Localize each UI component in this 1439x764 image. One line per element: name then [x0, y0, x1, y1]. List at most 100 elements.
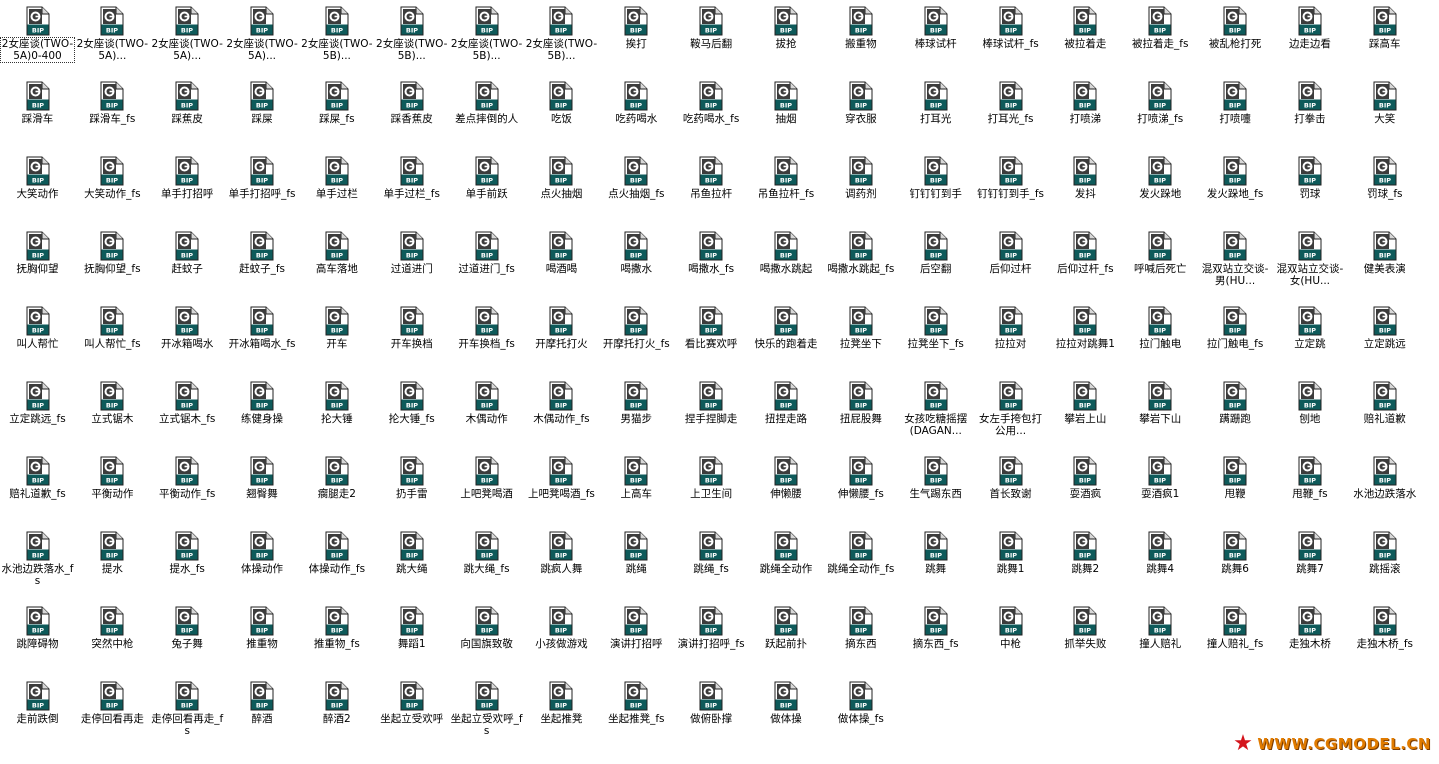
file-item[interactable]: BIP 单手过栏_fs: [374, 150, 449, 225]
file-item[interactable]: BIP 女左手挎包打公用...: [973, 375, 1048, 450]
file-item[interactable]: BIP 跳绳: [599, 525, 674, 600]
file-item[interactable]: BIP 罚球_fs: [1347, 150, 1422, 225]
file-item[interactable]: BIP 过道进门_fs: [449, 225, 524, 300]
file-item[interactable]: BIP 钉钉钉到手: [898, 150, 973, 225]
file-item[interactable]: BIP 拉拉对: [973, 300, 1048, 375]
file-item[interactable]: BIP 演讲打招呼_fs: [674, 600, 749, 675]
file-item[interactable]: BIP 大笑动作: [0, 150, 75, 225]
file-item[interactable]: BIP 上卫生间: [674, 450, 749, 525]
file-item[interactable]: BIP 走停回看再走: [75, 675, 150, 750]
file-item[interactable]: BIP 单手过栏: [299, 150, 374, 225]
file-item[interactable]: BIP 打拳击: [1272, 75, 1347, 150]
file-item[interactable]: BIP 耍酒疯1: [1123, 450, 1198, 525]
file-item[interactable]: BIP 男猫步: [599, 375, 674, 450]
file-item[interactable]: BIP 打耳光_fs: [973, 75, 1048, 150]
file-item[interactable]: BIP 上吧凳喝酒_fs: [524, 450, 599, 525]
file-item[interactable]: BIP 鞍马后翻: [674, 0, 749, 75]
file-item[interactable]: BIP 混双站立交谈-女(HU...: [1272, 225, 1347, 300]
file-item[interactable]: BIP 呼喊后死亡: [1123, 225, 1198, 300]
file-item[interactable]: BIP 立式锯木: [75, 375, 150, 450]
file-item[interactable]: BIP 叫人帮忙: [0, 300, 75, 375]
file-item[interactable]: BIP 跳绳_fs: [674, 525, 749, 600]
file-item[interactable]: BIP 提水_fs: [150, 525, 225, 600]
file-item[interactable]: BIP 坐起推凳_fs: [599, 675, 674, 750]
file-item[interactable]: BIP 2女座谈(TWO-5A)...: [225, 0, 300, 75]
file-item[interactable]: BIP 体操动作: [225, 525, 300, 600]
file-item[interactable]: BIP 扔手雷: [374, 450, 449, 525]
file-item[interactable]: BIP 平衡动作_fs: [150, 450, 225, 525]
file-item[interactable]: BIP 抡大锤: [299, 375, 374, 450]
file-item[interactable]: BIP 木偶动作_fs: [524, 375, 599, 450]
file-item[interactable]: BIP 开车: [299, 300, 374, 375]
file-item[interactable]: BIP 抚胸仰望_fs: [75, 225, 150, 300]
file-item[interactable]: BIP 开车换档_fs: [449, 300, 524, 375]
file-item[interactable]: BIP 喝酒喝: [524, 225, 599, 300]
file-item[interactable]: BIP 钉钉钉到手_fs: [973, 150, 1048, 225]
file-item[interactable]: BIP 后空翻: [898, 225, 973, 300]
file-item[interactable]: BIP 走前跌倒: [0, 675, 75, 750]
file-item[interactable]: BIP 点火抽烟_fs: [599, 150, 674, 225]
file-item[interactable]: BIP 舞蹈1: [374, 600, 449, 675]
file-item[interactable]: BIP 摘东西_fs: [898, 600, 973, 675]
file-item[interactable]: BIP 被拉着走_fs: [1123, 0, 1198, 75]
file-item[interactable]: BIP 跳绳全动作_fs: [823, 525, 898, 600]
file-item[interactable]: BIP 快乐的跑着走: [749, 300, 824, 375]
file-item[interactable]: BIP 大笑: [1347, 75, 1422, 150]
file-item[interactable]: BIP 开车换档: [374, 300, 449, 375]
file-item[interactable]: BIP 后仰过杆: [973, 225, 1048, 300]
file-item[interactable]: BIP 跳大绳_fs: [449, 525, 524, 600]
file-item[interactable]: BIP 2女座谈(TWO-5B)...: [449, 0, 524, 75]
file-item[interactable]: BIP 跳舞2: [1048, 525, 1123, 600]
file-item[interactable]: BIP 耍酒疯: [1048, 450, 1123, 525]
file-item[interactable]: BIP 赔礼道歉_fs: [0, 450, 75, 525]
file-item[interactable]: BIP 高车落地: [299, 225, 374, 300]
file-item[interactable]: BIP 做俯卧撑: [674, 675, 749, 750]
file-item[interactable]: BIP 做体操: [749, 675, 824, 750]
file-item[interactable]: BIP 推重物_fs: [299, 600, 374, 675]
file-item[interactable]: BIP 开摩托打火: [524, 300, 599, 375]
file-item[interactable]: BIP 单手前跃: [449, 150, 524, 225]
file-item[interactable]: BIP 立式锯木_fs: [150, 375, 225, 450]
file-item[interactable]: BIP 伸懒腰: [749, 450, 824, 525]
file-item[interactable]: BIP 女孩吃糖摇摆(DAGAN...: [898, 375, 973, 450]
file-item[interactable]: BIP 坐起立受欢呼: [374, 675, 449, 750]
file-item[interactable]: BIP 水池边跌落水_fs: [0, 525, 75, 600]
file-item[interactable]: BIP 走独木桥: [1272, 600, 1347, 675]
file-item[interactable]: BIP 拉凳坐下: [823, 300, 898, 375]
file-item[interactable]: BIP 跳大绳: [374, 525, 449, 600]
file-item[interactable]: BIP 喝撒水跳起: [749, 225, 824, 300]
file-item[interactable]: BIP 首长致谢: [973, 450, 1048, 525]
file-item[interactable]: BIP 演讲打招呼: [599, 600, 674, 675]
file-item[interactable]: BIP 踩屎_fs: [299, 75, 374, 150]
file-item[interactable]: BIP 坐起推凳: [524, 675, 599, 750]
file-item[interactable]: BIP 甩鞭_fs: [1272, 450, 1347, 525]
file-item[interactable]: BIP 蹒跚跑: [1198, 375, 1273, 450]
file-item[interactable]: BIP 拔抢: [749, 0, 824, 75]
file-item[interactable]: BIP 赔礼道歉: [1347, 375, 1422, 450]
file-item[interactable]: BIP 刨地: [1272, 375, 1347, 450]
file-item[interactable]: BIP 平衡动作: [75, 450, 150, 525]
file-item[interactable]: BIP 坐起立受欢呼_fs: [449, 675, 524, 750]
file-item[interactable]: BIP 喝撒水跳起_fs: [823, 225, 898, 300]
file-item[interactable]: BIP 立定跳: [1272, 300, 1347, 375]
file-item[interactable]: BIP 赶蚊子: [150, 225, 225, 300]
file-item[interactable]: BIP 2女座谈(TWO-5A)...: [150, 0, 225, 75]
file-item[interactable]: BIP 攀岩下山: [1123, 375, 1198, 450]
file-item[interactable]: BIP 2女座谈(TWO-5A)...: [75, 0, 150, 75]
file-item[interactable]: BIP 棒球试杆: [898, 0, 973, 75]
file-item[interactable]: BIP 扭捏走路: [749, 375, 824, 450]
file-item[interactable]: BIP 突然中枪: [75, 600, 150, 675]
file-item[interactable]: BIP 后仰过杆_fs: [1048, 225, 1123, 300]
file-item[interactable]: BIP 调药剂: [823, 150, 898, 225]
file-item[interactable]: BIP 过道进门: [374, 225, 449, 300]
file-item[interactable]: BIP 抽烟: [749, 75, 824, 150]
file-item[interactable]: BIP 兔子舞: [150, 600, 225, 675]
file-item[interactable]: BIP 开冰箱喝水_fs: [225, 300, 300, 375]
file-item[interactable]: BIP 开摩托打火_fs: [599, 300, 674, 375]
file-item[interactable]: BIP 吃药喝水_fs: [674, 75, 749, 150]
file-item[interactable]: BIP 吊鱼拉杆: [674, 150, 749, 225]
file-item[interactable]: BIP 点火抽烟: [524, 150, 599, 225]
file-item[interactable]: BIP 跳舞4: [1123, 525, 1198, 600]
file-item[interactable]: BIP 看比赛欢呼: [674, 300, 749, 375]
file-item[interactable]: BIP 大笑动作_fs: [75, 150, 150, 225]
